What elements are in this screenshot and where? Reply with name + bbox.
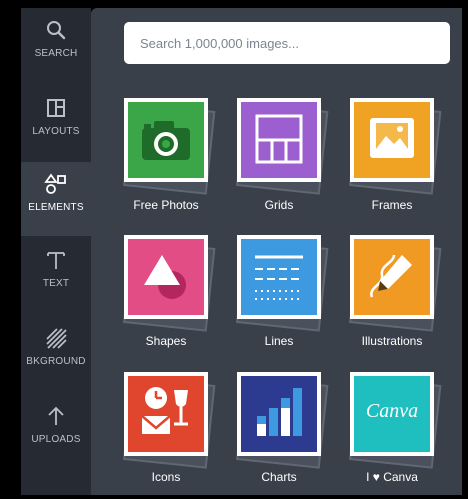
camera-icon	[142, 121, 190, 160]
search-input[interactable]	[124, 22, 450, 64]
tile-label: Lines	[264, 334, 294, 348]
sidebar-item-label: UPLOADS	[31, 434, 81, 445]
tile-label: Grids	[264, 198, 294, 212]
sidebar-item-label: ELEMENTS	[28, 202, 84, 213]
sidebar-item-uploads[interactable]: UPLOADS	[21, 394, 91, 468]
tile-grids[interactable]	[236, 98, 329, 195]
sidebar-item-label: BKGROUND	[26, 356, 86, 367]
sidebar-item-label: TEXT	[42, 278, 70, 289]
sidebar-item-label: SEARCH	[34, 48, 78, 59]
tile-label: Charts	[261, 470, 297, 484]
background-icon	[46, 328, 67, 349]
tile-lines[interactable]	[236, 235, 329, 332]
tile-free-photos[interactable]	[123, 98, 216, 195]
tile-charts[interactable]	[236, 372, 329, 469]
charts-thumbnail	[237, 372, 321, 456]
tile-label: I ♥ Canva	[366, 470, 418, 484]
grid-icon	[255, 114, 303, 164]
picture-frame-icon	[370, 118, 414, 158]
lines-thumbnail	[237, 235, 321, 319]
sidebar-item-background[interactable]: BKGROUND	[21, 316, 91, 390]
canva-thumbnail: Canva	[350, 372, 434, 456]
tile-label: Free Photos	[133, 198, 199, 212]
elements-icon	[44, 173, 66, 194]
search-box	[124, 22, 450, 64]
pencil-icon	[370, 254, 412, 298]
layouts-icon	[47, 99, 65, 117]
canva-logo: Canva	[365, 400, 419, 422]
lines-icon	[255, 255, 303, 300]
tile-frames[interactable]	[349, 98, 442, 195]
tile-label: Illustrations	[361, 334, 423, 348]
app-frame: SEARCH LAYOUTS ELEMENTS TEXT BKGROUND UP…	[0, 0, 468, 499]
sidebar-item-elements[interactable]: ELEMENTS	[21, 162, 91, 236]
sidebar-item-search[interactable]: SEARCH	[21, 8, 91, 82]
icons-thumbnail	[124, 372, 208, 456]
tile-icons[interactable]	[123, 372, 216, 469]
frames-thumbnail	[350, 98, 434, 182]
shapes-thumbnail	[124, 235, 208, 319]
tile-label: Icons	[151, 470, 181, 484]
free-photos-thumbnail	[124, 98, 208, 182]
bar-chart-icon	[257, 388, 302, 436]
tile-label: Shapes	[145, 334, 187, 348]
sidebar-item-layouts[interactable]: LAYOUTS	[21, 86, 91, 160]
grids-thumbnail	[237, 98, 321, 182]
illustrations-thumbnail	[350, 235, 434, 319]
tile-illustrations[interactable]	[349, 235, 442, 332]
tile-shapes[interactable]	[123, 235, 216, 332]
sidebar-rail: SEARCH LAYOUTS ELEMENTS TEXT BKGROUND UP…	[21, 8, 91, 495]
uploads-icon	[48, 406, 64, 425]
shapes-icon	[144, 255, 186, 299]
tile-label: Frames	[371, 198, 413, 212]
sidebar-item-label: LAYOUTS	[32, 126, 80, 137]
tile-i-love-canva[interactable]: Canva	[349, 372, 442, 469]
text-icon	[47, 252, 65, 269]
icons-collage-icon	[141, 387, 188, 434]
sidebar-item-text[interactable]: TEXT	[21, 238, 91, 312]
elements-panel: Free Photos Grids	[91, 8, 462, 495]
search-icon	[47, 21, 66, 40]
